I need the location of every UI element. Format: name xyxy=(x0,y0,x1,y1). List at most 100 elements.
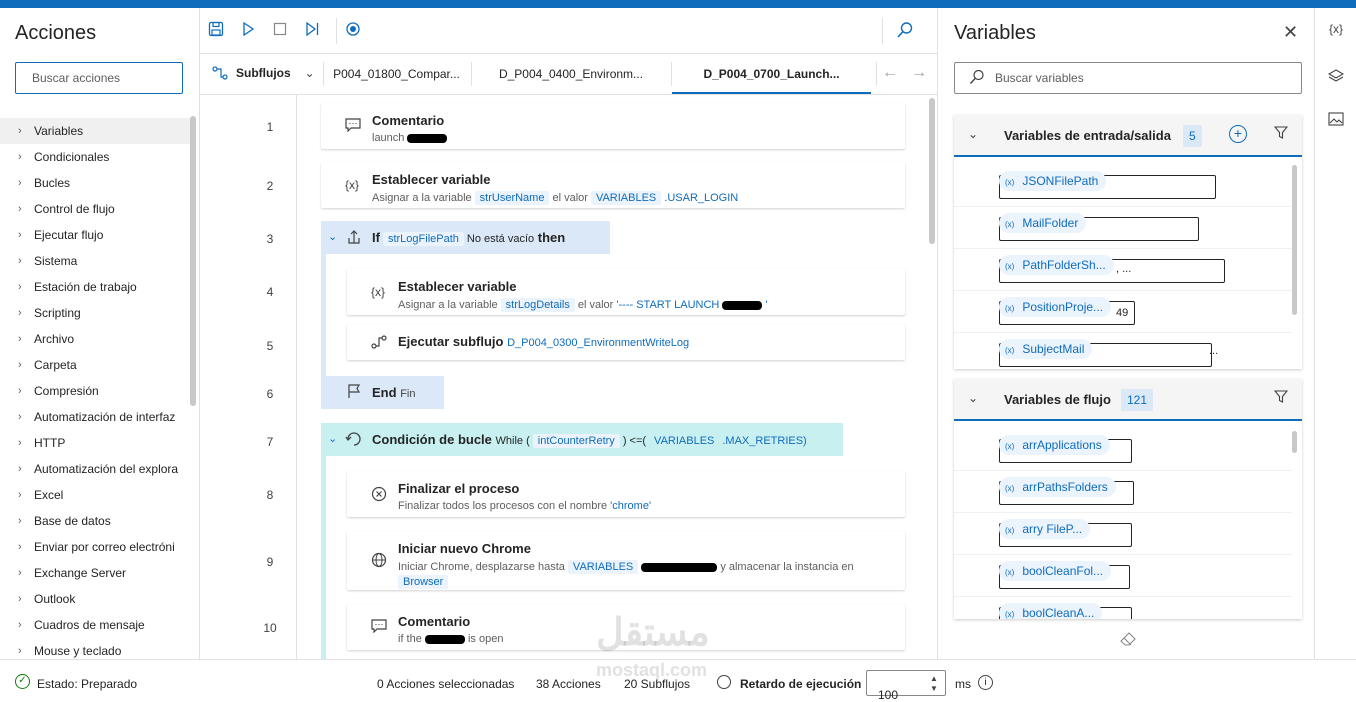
action-set-variable[interactable]: {x} Establecer variable Asignar a la var… xyxy=(347,269,905,315)
run-icon[interactable] xyxy=(239,21,257,39)
info-icon[interactable]: i xyxy=(978,675,993,690)
variable-chip[interactable]: (x) PositionProje... xyxy=(999,297,1112,317)
variable-chip[interactable]: (x) arrPathsFolders xyxy=(999,477,1116,497)
action-run-subflow[interactable]: Ejecutar subflujo D_P004_0300_Environmen… xyxy=(347,324,905,360)
action-group-item[interactable]: › Enviar por correo electróni xyxy=(0,534,190,560)
action-group-item[interactable]: › Carpeta xyxy=(0,352,190,378)
variable-row[interactable]: (x) PositionProje... 49 xyxy=(954,291,1292,333)
chevron-right-icon: › xyxy=(18,645,22,657)
action-group-item[interactable]: › Estación de trabajo xyxy=(0,274,190,300)
action-group-item[interactable]: › Ejecutar flujo xyxy=(0,222,190,248)
variable-icon: (x) xyxy=(1005,304,1015,313)
tab-subflow[interactable]: D_P004_0400_Environm... xyxy=(472,54,670,94)
tab-separator xyxy=(876,62,877,86)
search-icon[interactable] xyxy=(896,21,914,39)
action-group-item[interactable]: › Cuadros de mensaje xyxy=(0,612,190,638)
flow-variables-header[interactable]: ⌄ Variables de flujo 121 xyxy=(954,379,1302,421)
variable-chip[interactable]: (x) arrApplications xyxy=(999,435,1110,455)
line-number: 10 xyxy=(263,621,277,635)
spin-up-icon[interactable]: ▲ xyxy=(930,674,938,683)
action-group-item[interactable]: › Exchange Server xyxy=(0,560,190,586)
add-variable-icon[interactable]: + xyxy=(1229,125,1247,143)
action-comment[interactable]: Comentario launch xyxy=(321,103,905,149)
subflows-icon xyxy=(212,66,228,80)
actions-search-input[interactable]: Buscar acciones xyxy=(15,62,183,94)
arrow-right-icon[interactable]: → xyxy=(911,64,927,82)
tab-subflow[interactable]: P004_01800_Compar... xyxy=(324,54,469,94)
variable-row[interactable]: (x) SubjectMail ... xyxy=(954,333,1292,369)
action-group-item[interactable]: › Automatización de interfaz xyxy=(0,404,190,430)
spin-down-icon[interactable]: ▼ xyxy=(930,684,938,693)
action-group-item[interactable]: › Sistema xyxy=(0,248,190,274)
filter-icon[interactable] xyxy=(1273,126,1289,142)
variable-chip[interactable]: (x) boolCleanA... xyxy=(999,603,1103,619)
chevron-down-icon[interactable]: ⌄ xyxy=(328,230,337,243)
save-icon[interactable] xyxy=(207,21,225,39)
action-group-item[interactable]: › Excel xyxy=(0,482,190,508)
action-group-item[interactable]: › Base de datos xyxy=(0,508,190,534)
designer-toolbar xyxy=(200,8,937,54)
tab-subflow-active[interactable]: D_P004_0700_Launch... xyxy=(672,54,871,94)
filter-icon[interactable] xyxy=(1273,390,1289,406)
checkmark-icon: ✓ xyxy=(15,674,30,689)
end-block[interactable]: End Fin xyxy=(321,376,444,409)
action-group-item[interactable]: › Bucles xyxy=(0,170,190,196)
action-group-item[interactable]: › Condicionales xyxy=(0,144,190,170)
action-group-item[interactable]: › HTTP xyxy=(0,430,190,456)
variable-row[interactable]: (x) PathFolderSh... , ... xyxy=(954,249,1292,291)
variable-chip[interactable]: (x) JSONFilePath xyxy=(999,171,1107,191)
subflows-dropdown[interactable]: Subflujos ⌄ xyxy=(212,66,315,80)
arrow-left-icon[interactable]: ← xyxy=(882,64,898,82)
chevron-down-icon[interactable]: ⌄ xyxy=(328,432,337,445)
variable-row[interactable]: (x) JSONFilePath xyxy=(954,165,1292,207)
chevron-right-icon: › xyxy=(18,385,22,397)
close-icon[interactable]: ✕ xyxy=(1283,22,1298,43)
chevron-right-icon: › xyxy=(18,229,22,241)
chevron-down-icon[interactable]: ⌄ xyxy=(968,127,978,141)
action-group-item[interactable]: › Outlook xyxy=(0,586,190,612)
action-group-item[interactable]: › Automatización del explora xyxy=(0,456,190,482)
variable-chip[interactable]: (x) arry FileP... xyxy=(999,519,1091,539)
variable-chip[interactable]: (x) MailFolder xyxy=(999,213,1087,233)
variable-row[interactable]: (x) arry FileP... xyxy=(954,513,1292,555)
action-group-item[interactable]: › Scripting xyxy=(0,300,190,326)
action-group-item[interactable]: › Archivo xyxy=(0,326,190,352)
variable-icon: (x) xyxy=(1005,220,1015,229)
flow-scrollbar[interactable] xyxy=(1292,431,1297,453)
editor-scrollbar[interactable] xyxy=(929,98,935,244)
variable-chip[interactable]: (x) boolCleanFol... xyxy=(999,561,1112,581)
if-block-header[interactable]: ⌄ If strLogFilePath No está vacío then xyxy=(321,221,610,254)
action-group-item[interactable]: › Compresión xyxy=(0,378,190,404)
variables-rail-icon[interactable]: {x} xyxy=(1325,22,1347,36)
record-icon[interactable] xyxy=(344,21,362,39)
variable-icon: (x) xyxy=(1005,526,1015,535)
actions-count: 38 Acciones xyxy=(536,677,601,691)
action-launch-chrome[interactable]: Iniciar nuevo Chrome Iniciar Chrome, des… xyxy=(347,531,905,590)
delay-input[interactable]: 100 ▲ ▼ xyxy=(866,670,946,702)
variable-row[interactable]: (x) arrApplications xyxy=(954,429,1292,471)
variables-search-input[interactable]: Buscar variables xyxy=(954,62,1302,94)
action-group-item[interactable]: › Control de flujo xyxy=(0,196,190,222)
layers-icon[interactable] xyxy=(1325,68,1347,87)
io-scrollbar[interactable] xyxy=(1292,165,1297,315)
action-terminate-process[interactable]: Finalizar el proceso Finalizar todos los… xyxy=(347,471,905,517)
step-next-icon[interactable] xyxy=(303,21,321,39)
chevron-down-icon[interactable]: ⌄ xyxy=(968,391,978,405)
variable-chip[interactable]: (x) PathFolderSh... xyxy=(999,255,1114,275)
stop-icon[interactable] xyxy=(271,21,289,39)
image-icon[interactable] xyxy=(1325,112,1347,129)
variable-row[interactable]: (x) boolCleanA... xyxy=(954,597,1292,619)
chevron-right-icon: › xyxy=(18,255,22,267)
loop-block-header[interactable]: ⌄ Condición de bucle While (intCounterRe… xyxy=(321,423,843,456)
actions-scrollbar[interactable] xyxy=(190,116,196,406)
io-variables-header[interactable]: ⌄ Variables de entrada/salida 5 + xyxy=(954,115,1302,157)
action-set-variable[interactable]: {x} Establecer variable Asignar a la var… xyxy=(321,162,905,208)
chevron-right-icon: › xyxy=(18,333,22,345)
variable-chip[interactable]: (x) SubjectMail xyxy=(999,339,1093,359)
variable-row[interactable]: (x) MailFolder xyxy=(954,207,1292,249)
action-group-item[interactable]: › Variables xyxy=(0,118,190,144)
eraser-icon[interactable] xyxy=(1120,632,1136,649)
variable-row[interactable]: (x) arrPathsFolders xyxy=(954,471,1292,513)
variable-row[interactable]: (x) boolCleanFol... xyxy=(954,555,1292,597)
line-number: 7 xyxy=(266,435,274,449)
